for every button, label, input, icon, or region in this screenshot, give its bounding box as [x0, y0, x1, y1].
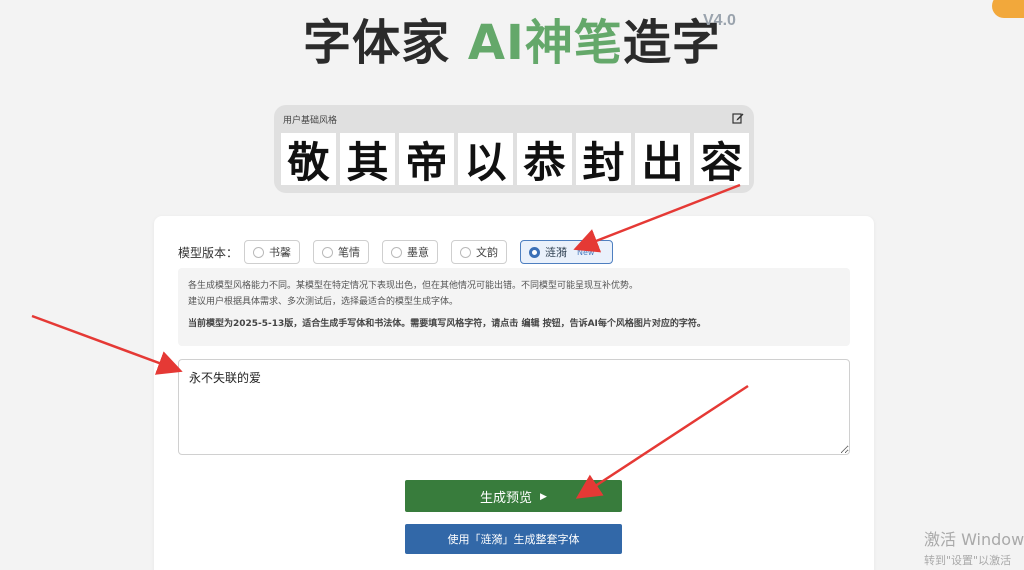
style-glyph: 其	[340, 133, 395, 187]
style-glyph: 帝	[399, 133, 454, 187]
windows-activation-hint: 转到"设置"以激活	[924, 554, 1012, 567]
radio-icon	[460, 246, 472, 258]
style-glyph: 出	[635, 133, 690, 187]
page-title: 字体家 AI神笔造字	[303, 8, 721, 78]
model-selector: 模型版本： 书馨 笔情 墨意 文韵 涟漪 New	[178, 240, 626, 264]
model-option-moyi[interactable]: 墨意	[382, 240, 439, 264]
new-tag: New	[577, 247, 595, 257]
radio-icon	[322, 246, 334, 258]
info-line: 建议用户根据具体需求、多次测试后，选择最适合的模型生成字体。	[188, 297, 459, 307]
info-current-model: 当前模型为2025-5-13版，适合生成手写体和书法体。需要填写风格字符，请点击…	[188, 319, 706, 329]
radio-icon	[391, 246, 403, 258]
style-glyph: 以	[458, 133, 513, 187]
model-info-box: 各生成模型风格能力不同。某模型在特定情况下表现出色，但在其他情况可能出错。不同模…	[178, 268, 850, 346]
generate-full-font-button[interactable]: 使用「涟漪」生成整套字体	[405, 524, 622, 554]
generator-card: 模型版本： 书馨 笔情 墨意 文韵 涟漪 New 各生成模型风格能力不同。某模型…	[154, 216, 874, 570]
model-option-shuxin[interactable]: 书馨	[244, 240, 301, 264]
header: 字体家 AI神笔造字	[0, 8, 1024, 78]
title-main: 字体家	[303, 15, 451, 71]
radio-icon	[253, 246, 265, 258]
model-label: 模型版本：	[178, 245, 239, 260]
info-line: 各生成模型风格能力不同。某模型在特定情况下表现出色，但在其他情况可能出错。不同模…	[188, 281, 639, 291]
version-badge: V4.0	[703, 12, 736, 29]
radio-selected-icon	[529, 246, 541, 258]
style-glyph: 容	[694, 133, 749, 187]
style-glyph: 恭	[517, 133, 572, 187]
model-option-lianyi[interactable]: 涟漪 New	[520, 240, 614, 264]
style-glyph-list: 敬 其 帝 以 恭 封 出 容	[281, 133, 749, 187]
edit-icon[interactable]	[732, 112, 744, 124]
corner-gift-badge[interactable]	[992, 0, 1024, 18]
title-accent: AI神笔	[467, 15, 623, 71]
text-input[interactable]: 永不失联的爱	[178, 359, 850, 455]
windows-activation-watermark: 激活 Windows	[924, 530, 1024, 549]
play-icon: ▶	[540, 490, 547, 501]
model-option-biqing[interactable]: 笔情	[313, 240, 370, 264]
style-glyph: 封	[576, 133, 631, 187]
generate-preview-button[interactable]: 生成预览 ▶	[405, 480, 622, 512]
style-glyph: 敬	[281, 133, 336, 187]
base-style-panel: 用户基础风格 敬 其 帝 以 恭 封 出 容	[274, 105, 754, 193]
base-style-label: 用户基础风格	[283, 116, 338, 126]
model-option-wenyun[interactable]: 文韵	[451, 240, 508, 264]
